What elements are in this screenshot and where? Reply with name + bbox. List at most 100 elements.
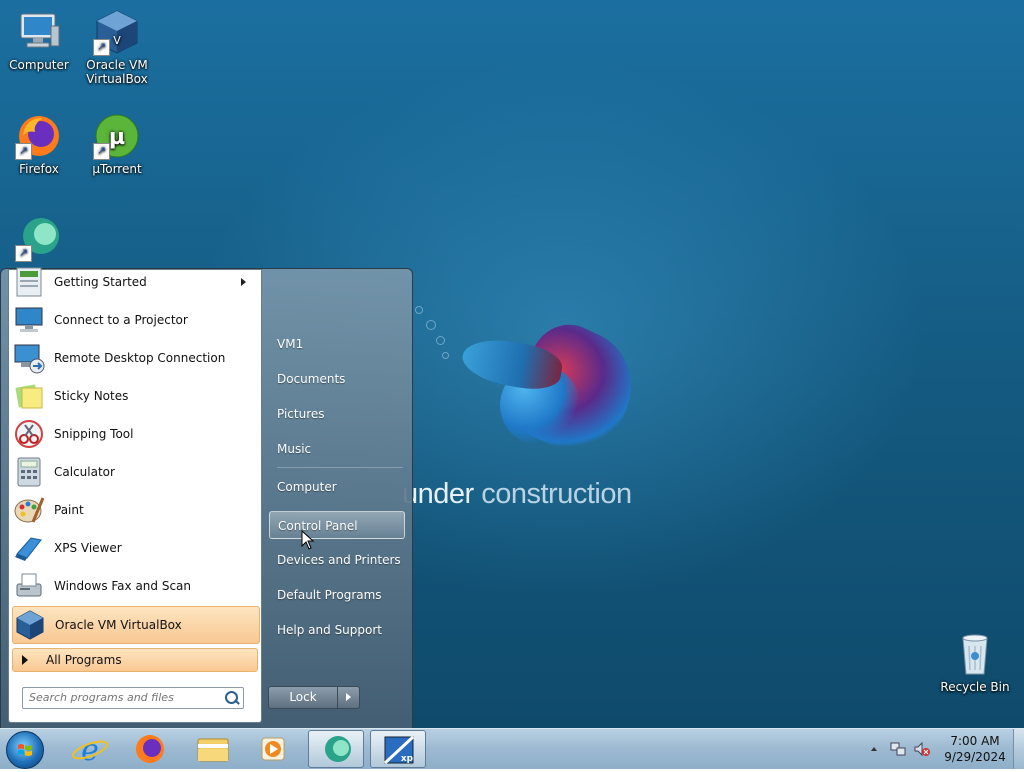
desktop-icon-firefox[interactable]: ↗ Firefox [1,112,77,176]
sticky-notes-icon [13,380,45,412]
program-label: Snipping Tool [54,427,134,441]
all-programs-button[interactable]: All Programs [12,648,258,672]
network-icon[interactable] [889,740,907,758]
firefox-icon [136,735,164,763]
internet-explorer-icon: e [71,733,109,768]
link-label: Default Programs [277,588,382,602]
firefox-icon: ↗ [15,112,63,160]
volume-muted-icon[interactable] [913,740,931,758]
program-paint[interactable]: Paint [12,492,258,528]
taskbar-clock[interactable]: 7:00 AM 9/29/2024 [940,733,1010,765]
link-pictures[interactable]: Pictures [269,400,405,428]
scissors-icon [13,418,45,450]
show-hidden-icons-arrow-icon[interactable] [869,743,879,753]
link-help-support[interactable]: Help and Support [269,616,405,644]
link-label: Help and Support [277,623,382,637]
windows-logo-icon [18,744,32,756]
remote-desktop-icon [13,342,45,374]
program-label: Oracle VM VirtualBox [55,618,182,632]
wallpaper-caption-light: construction [481,478,632,510]
program-label: Remote Desktop Connection [54,351,226,365]
link-label: Devices and Printers [277,553,401,567]
triangle-right-icon [22,655,28,665]
utorrent-icon: µ ↗ [93,112,141,160]
link-label: Documents [277,372,346,386]
program-snipping-tool[interactable]: Snipping Tool [12,416,258,452]
desktop-icon-label: µTorrent [92,162,142,176]
clock-date: 9/29/2024 [944,750,1006,764]
search-box[interactable] [22,687,244,709]
desktop-icon-label: VirtualBox [86,72,148,86]
desktop-icon-app-bubble[interactable]: ↗ [1,214,77,264]
program-calculator[interactable]: Calculator [12,454,258,490]
desktop-icon-label: Recycle Bin [940,680,1010,694]
link-music[interactable]: Music [269,435,405,463]
taskbar-media-player[interactable] [245,730,301,768]
shortcut-arrow-icon: ↗ [15,143,32,160]
submenu-arrow-icon [241,278,246,286]
app-bubble-icon: ↗ [15,214,63,262]
program-virtualbox[interactable]: Oracle VM VirtualBox [12,606,260,644]
media-player-icon [261,737,285,761]
desktop-icon-label: Oracle VM [86,58,148,72]
desktop-icon-computer[interactable]: Computer [1,8,77,72]
program-xps-viewer[interactable]: XPS Viewer [12,530,258,566]
wallpaper-caption: under construction [402,478,632,511]
taskbar-firefox[interactable] [122,730,178,768]
svg-text:e: e [81,733,99,768]
link-label: Computer [277,480,337,494]
link-devices-printers[interactable]: Devices and Printers [269,546,405,574]
taskbar-app-bubble[interactable] [308,730,364,768]
projector-icon [13,304,45,336]
svg-text:V: V [113,34,121,47]
taskbar-internet-explorer[interactable]: e [62,730,118,768]
program-getting-started[interactable]: Getting Started [12,264,258,300]
getting-started-icon [13,266,45,298]
start-button[interactable] [6,731,44,769]
link-label: VM1 [277,337,304,351]
program-label: Getting Started [54,275,147,289]
shortcut-arrow-icon: ↗ [93,143,110,160]
lock-button-group: Lock [268,686,360,709]
taskbar-xp-mode[interactable]: xp [370,730,426,768]
link-computer[interactable]: Computer [269,473,405,501]
program-remote-desktop[interactable]: Remote Desktop Connection [12,340,258,376]
desktop-icon-utorrent[interactable]: µ ↗ µTorrent [79,112,155,176]
link-documents[interactable]: Documents [269,365,405,393]
search-icon[interactable] [225,691,238,704]
link-label: Music [277,442,312,456]
program-label: Paint [54,503,84,517]
program-fax-scan[interactable]: Windows Fax and Scan [12,568,258,604]
taskbar-file-explorer[interactable] [185,730,241,768]
show-desktop-button[interactable] [1013,729,1024,769]
desktop-icon-virtualbox[interactable]: V ↗ Oracle VM VirtualBox [79,8,155,86]
shortcut-arrow-icon: ↗ [93,39,110,56]
program-label: Windows Fax and Scan [54,579,192,593]
bubble-decoration [426,320,436,330]
search-input[interactable] [29,688,219,706]
link-user-folder[interactable]: VM1 [269,330,405,358]
shutdown-options-arrow-icon[interactable] [338,687,359,708]
svg-text:xp: xp [401,754,414,764]
taskbar: e xp 7:00 AM 9/29/2024 [0,728,1024,769]
bubble-decoration [436,336,445,345]
program-sticky-notes[interactable]: Sticky Notes [12,378,258,414]
app-bubble-icon [325,736,351,762]
menu-separator [277,467,403,468]
clock-time: 7:00 AM [950,734,1000,748]
all-programs-label: All Programs [46,653,122,667]
link-label: Pictures [277,407,325,421]
lock-button[interactable]: Lock [269,687,338,708]
program-connect-projector[interactable]: Connect to a Projector [12,302,258,338]
link-default-programs[interactable]: Default Programs [269,581,405,609]
virtualbox-icon [14,609,46,641]
start-menu-program-list: Getting Started Connect to a Projector R… [8,267,262,723]
calculator-icon [13,456,45,488]
xps-viewer-icon [13,532,45,564]
virtualbox-icon: V ↗ [93,8,141,56]
svg-text:µ: µ [109,125,125,150]
desktop-icon-recycle-bin[interactable]: Recycle Bin [937,630,1013,694]
program-label: Sticky Notes [54,389,129,403]
link-label: Control Panel [278,519,358,533]
link-control-panel[interactable]: Control Panel [269,511,405,539]
